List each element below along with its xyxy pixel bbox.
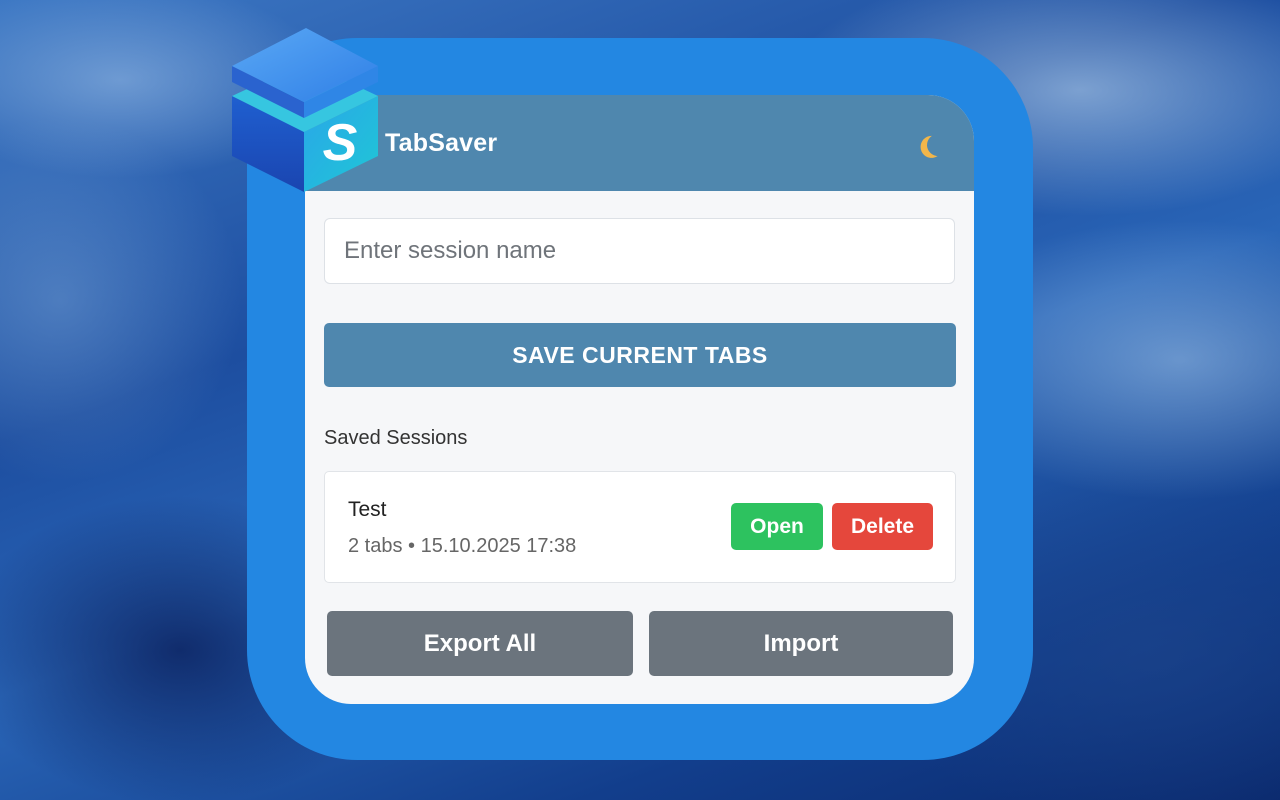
session-name-input[interactable]	[324, 218, 955, 284]
delete-session-button[interactable]: Delete	[832, 503, 933, 550]
extension-popup: TabSaver SAVE CURRENT TABS Saved Session…	[305, 95, 974, 704]
open-session-button[interactable]: Open	[731, 503, 823, 550]
session-meta: 2 tabs • 15.10.2025 17:38	[348, 535, 577, 557]
export-all-button[interactable]: Export All	[327, 611, 633, 676]
tabsaver-logo-icon: S	[228, 22, 388, 198]
saved-sessions-heading: Saved Sessions	[324, 427, 468, 449]
save-current-tabs-button[interactable]: SAVE CURRENT TABS	[324, 323, 956, 387]
session-name: Test	[348, 498, 387, 521]
theme-toggle-button[interactable]	[916, 129, 948, 161]
popup-header: TabSaver	[305, 95, 974, 191]
logo-letter: S	[323, 114, 358, 172]
app-title: TabSaver	[385, 129, 498, 157]
import-button[interactable]: Import	[649, 611, 953, 676]
moon-icon	[925, 132, 950, 157]
session-item: Test 2 tabs • 15.10.2025 17:38 Open Dele…	[324, 471, 956, 583]
